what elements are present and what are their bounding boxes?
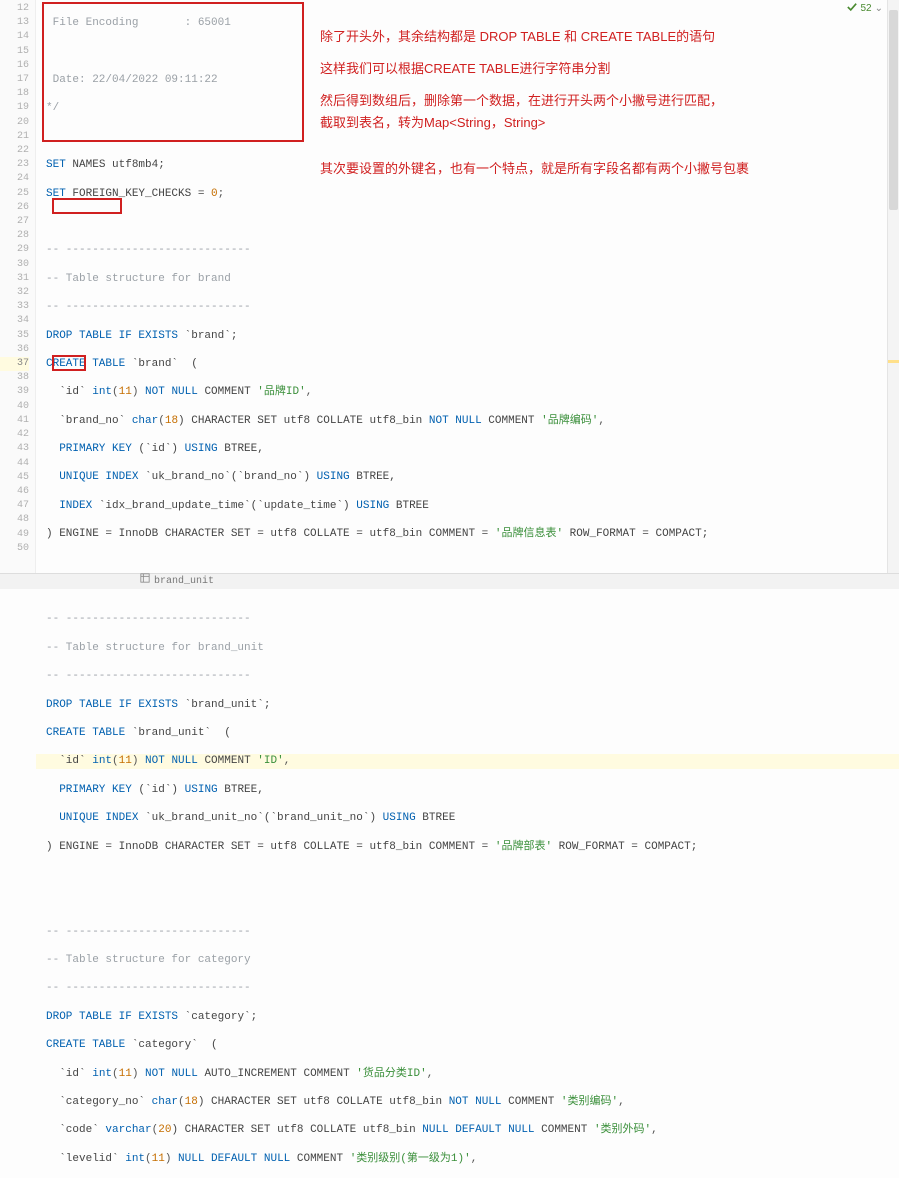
annotation-text: 截取到表名，转为Map<String，String> (320, 112, 545, 134)
code-line: -- Table structure for category (46, 953, 899, 967)
code-line: ) ENGINE = InnoDB CHARACTER SET = utf8 C… (46, 840, 899, 854)
code-line: -- ---------------------------- (46, 612, 899, 626)
line-number: 46 (0, 485, 29, 499)
code-line: `id` int(11) NOT NULL AUTO_INCREMENT COM… (46, 1067, 899, 1081)
code-line: CREATE TABLE `brand` ( (46, 357, 899, 371)
line-number: 21 (0, 130, 29, 144)
code-line: -- ---------------------------- (46, 243, 899, 257)
annotation-text: 然后得到数组后，删除第一个数据，在进行开头两个小撇号进行匹配， (320, 90, 723, 112)
code-line (46, 896, 899, 910)
line-number: 22 (0, 144, 29, 158)
line-number: 37 (0, 357, 29, 371)
line-number: 29 (0, 243, 29, 257)
code-line: PRIMARY KEY (`id`) USING BTREE, (46, 442, 899, 456)
code-area[interactable]: File Encoding : 65001 Date: 22/04/2022 0… (36, 0, 899, 589)
table-icon (140, 573, 150, 590)
line-number: 20 (0, 116, 29, 130)
code-line: -- Table structure for brand_unit (46, 641, 899, 655)
line-number: 36 (0, 343, 29, 357)
code-line: DROP TABLE IF EXISTS `brand`; (46, 329, 899, 343)
line-number: 35 (0, 329, 29, 343)
code-line: DROP TABLE IF EXISTS `category`; (46, 1010, 899, 1024)
line-number: 49 (0, 528, 29, 542)
code-line: `category_no` char(18) CHARACTER SET utf… (46, 1095, 899, 1109)
code-line (46, 868, 899, 882)
code-line: `brand_no` char(18) CHARACTER SET utf8 C… (46, 414, 899, 428)
line-number: 39 (0, 385, 29, 399)
annotation-text: 除了开头外，其余结构都是 DROP TABLE 和 CREATE TABLE的语… (320, 26, 715, 48)
line-number: 16 (0, 59, 29, 73)
code-line: PRIMARY KEY (`id`) USING BTREE, (46, 783, 899, 797)
code-line: UNIQUE INDEX `uk_brand_no`(`brand_no`) U… (46, 470, 899, 484)
line-number: 23 (0, 158, 29, 172)
line-number: 48 (0, 513, 29, 527)
line-number: 15 (0, 45, 29, 59)
line-number: 26 (0, 201, 29, 215)
code-line: `levelid` int(11) NULL DEFAULT NULL COMM… (46, 1152, 899, 1166)
line-number: 12 (0, 2, 29, 16)
line-number: 13 (0, 16, 29, 30)
inspection-badge[interactable]: 52 ⌄ (847, 2, 883, 15)
check-icon (847, 2, 857, 15)
code-line: -- ---------------------------- (46, 669, 899, 683)
code-line: DROP TABLE IF EXISTS `brand_unit`; (46, 698, 899, 712)
code-line: ) ENGINE = InnoDB CHARACTER SET = utf8 C… (46, 527, 899, 541)
line-number: 41 (0, 414, 29, 428)
status-bar: brand_unit (0, 573, 899, 589)
code-line: -- ---------------------------- (46, 925, 899, 939)
line-number: 42 (0, 428, 29, 442)
line-number: 28 (0, 229, 29, 243)
code-line: -- Table structure for brand (46, 272, 899, 286)
line-number: 17 (0, 73, 29, 87)
code-line-current: `id` int(11) NOT NULL COMMENT 'ID', (36, 754, 899, 768)
scrollbar-marker (888, 360, 899, 363)
line-number: 40 (0, 400, 29, 414)
line-number: 43 (0, 442, 29, 456)
line-number: 33 (0, 300, 29, 314)
vertical-scrollbar[interactable] (887, 0, 899, 573)
code-line (46, 556, 899, 570)
chevron-down-icon: ⌄ (875, 3, 883, 14)
code-line: `id` int(11) NOT NULL COMMENT '品牌ID', (46, 385, 899, 399)
line-number: 18 (0, 87, 29, 101)
code-line: CREATE TABLE `category` ( (46, 1038, 899, 1052)
line-number: 27 (0, 215, 29, 229)
badge-count: 52 (860, 3, 871, 14)
code-line: CREATE TABLE `brand_unit` ( (46, 726, 899, 740)
code-editor[interactable]: 1213141516171819202122232425262728293031… (0, 0, 899, 589)
annotation-text: 这样我们可以根据CREATE TABLE进行字符串分割 (320, 58, 610, 80)
annotation-text: 其次要设置的外键名，也有一个特点，就是所有字段名都有两个小撇号包裹 (320, 158, 749, 180)
status-text: brand_unit (154, 574, 214, 590)
line-number: 31 (0, 272, 29, 286)
line-number: 47 (0, 499, 29, 513)
code-line: `code` varchar(20) CHARACTER SET utf8 CO… (46, 1123, 899, 1137)
code-line: INDEX `idx_brand_update_time`(`update_ti… (46, 499, 899, 513)
code-line (46, 215, 899, 229)
line-number: 24 (0, 172, 29, 186)
line-number: 14 (0, 30, 29, 44)
code-line: SET FOREIGN_KEY_CHECKS = 0; (46, 187, 899, 201)
scrollbar-thumb[interactable] (889, 10, 898, 210)
line-number: 38 (0, 371, 29, 385)
line-number-gutter: 1213141516171819202122232425262728293031… (0, 0, 36, 589)
line-number: 44 (0, 457, 29, 471)
line-number: 25 (0, 187, 29, 201)
code-line: UNIQUE INDEX `uk_brand_unit_no`(`brand_u… (46, 811, 899, 825)
line-number: 19 (0, 101, 29, 115)
code-line: -- ---------------------------- (46, 300, 899, 314)
line-number: 30 (0, 258, 29, 272)
line-number: 45 (0, 471, 29, 485)
line-number: 32 (0, 286, 29, 300)
code-line: -- ---------------------------- (46, 981, 899, 995)
line-number: 34 (0, 314, 29, 328)
line-number: 50 (0, 542, 29, 556)
